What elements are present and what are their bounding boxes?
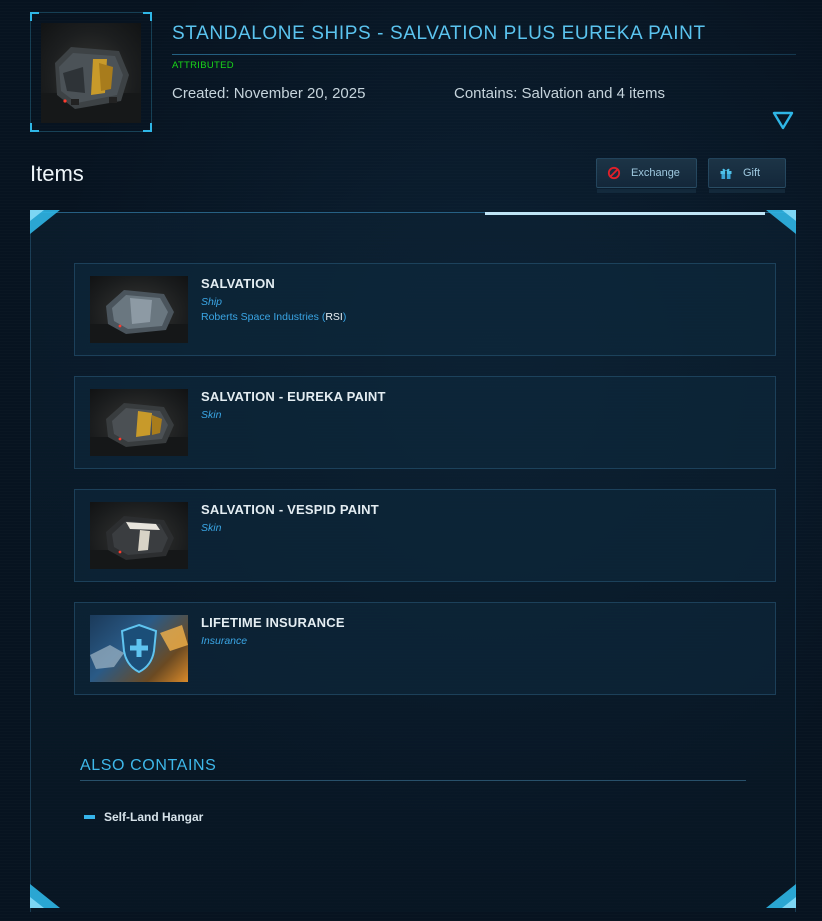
- frame-corner: [30, 12, 39, 21]
- manufacturer-name: Roberts Space Industries: [201, 311, 319, 323]
- expand-toggle-button[interactable]: [772, 111, 794, 131]
- item-card-lifetime-insurance[interactable]: LIFETIME INSURANCE Insurance: [74, 602, 776, 695]
- manufacturer-code: RSI: [325, 311, 343, 323]
- vespid-paint-image: [90, 516, 188, 569]
- items-heading: Items: [30, 161, 84, 186]
- pledge-thumbnail: [41, 23, 141, 123]
- eureka-paint-image: [90, 403, 188, 456]
- salvation-ship-image: [90, 290, 188, 343]
- item-thumbnail: [90, 502, 188, 569]
- title-divider: [172, 54, 796, 55]
- item-thumbnail: [90, 615, 188, 682]
- status-badge: ATTRIBUTED: [172, 60, 234, 71]
- gift-icon: [719, 166, 733, 180]
- salvation-eureka-ship-image: [41, 47, 141, 123]
- gift-button[interactable]: Gift: [708, 158, 786, 193]
- gift-button-label: Gift: [743, 167, 761, 179]
- also-contains-divider: [80, 780, 746, 781]
- also-contains-item-label: Self-Land Hangar: [104, 810, 204, 824]
- also-contains-item: Self-Land Hangar: [84, 810, 203, 824]
- contains-summary: Contains: Salvation and 4 items: [454, 85, 665, 102]
- no-entry-icon: [607, 166, 621, 180]
- frame-corner: [30, 123, 39, 132]
- triangle-down-icon: [772, 111, 794, 130]
- dash-bullet-icon: [84, 815, 95, 819]
- item-thumbnail: [90, 389, 188, 456]
- panel-corner-bottom-left: [30, 884, 60, 908]
- item-card-eureka-paint[interactable]: SALVATION - EUREKA PAINT Skin: [74, 376, 776, 469]
- created-date: Created: November 20, 2025: [172, 85, 366, 102]
- panel-corner-top-left: [30, 210, 60, 234]
- panel-corner-top-right: [766, 210, 796, 234]
- item-type: Insurance: [201, 635, 248, 647]
- item-name: SALVATION: [201, 276, 276, 291]
- button-shadow: [709, 189, 785, 193]
- item-manufacturer: Roberts Space Industries (RSI): [201, 311, 347, 323]
- panel-top-accent: [485, 212, 765, 215]
- frame-corner: [143, 123, 152, 132]
- item-thumbnail: [90, 276, 188, 343]
- exchange-button-label: Exchange: [631, 167, 680, 179]
- item-card-salvation[interactable]: SALVATION Ship Roberts Space Industries …: [74, 263, 776, 356]
- pledge-title: STANDALONE SHIPS - SALVATION PLUS EUREKA…: [172, 23, 706, 44]
- button-shadow: [597, 189, 696, 193]
- pledge-thumbnail-frame: [30, 12, 152, 132]
- item-card-vespid-paint[interactable]: SALVATION - VESPID PAINT Skin: [74, 489, 776, 582]
- item-type: Ship: [201, 296, 223, 308]
- frame-corner: [143, 12, 152, 21]
- also-contains-heading: ALSO CONTAINS: [80, 757, 217, 774]
- item-type: Skin: [201, 409, 222, 421]
- insurance-shield-image: [90, 623, 188, 674]
- panel-corner-bottom-right: [766, 884, 796, 908]
- item-name: SALVATION - EUREKA PAINT: [201, 389, 386, 404]
- item-type: Skin: [201, 522, 222, 534]
- exchange-button[interactable]: Exchange: [596, 158, 697, 193]
- item-name: LIFETIME INSURANCE: [201, 615, 345, 630]
- item-name: SALVATION - VESPID PAINT: [201, 502, 379, 517]
